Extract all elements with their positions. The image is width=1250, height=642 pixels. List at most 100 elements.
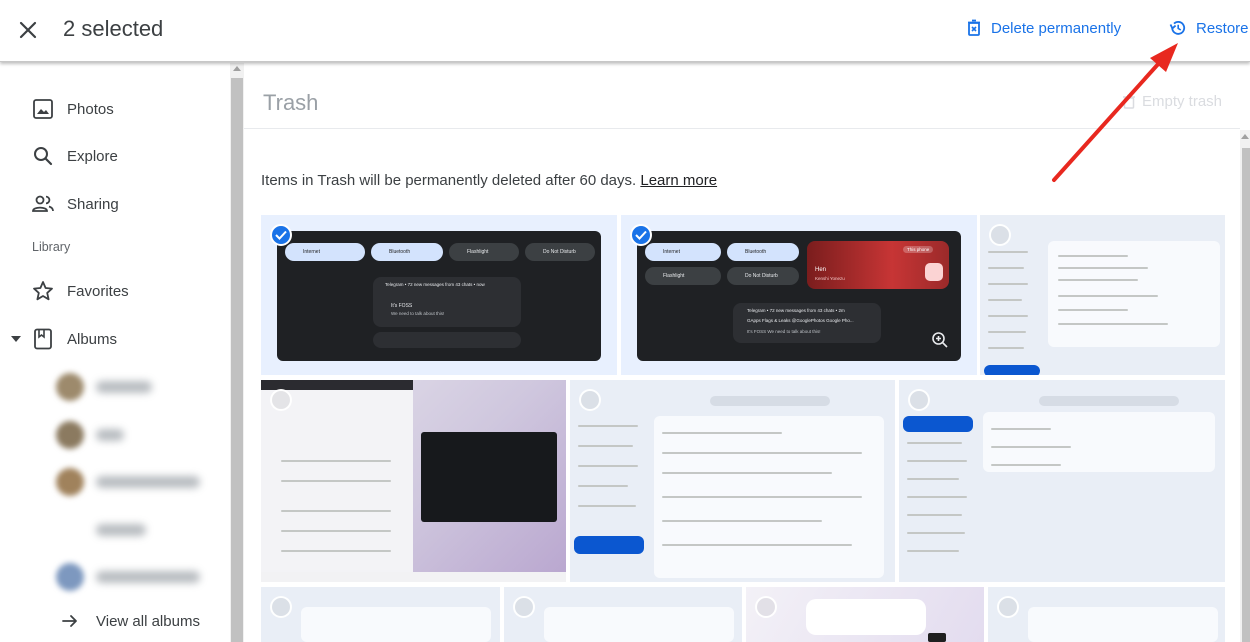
media-player-card: Hen Kenshi Yonezu This phone — [807, 241, 949, 289]
settings-search-bar — [1039, 396, 1179, 406]
empty-trash-label: Empty trash — [1142, 93, 1223, 110]
taskbar — [261, 572, 566, 582]
delete-permanently-label: Delete permanently — [991, 19, 1122, 37]
restore-icon — [1169, 21, 1186, 35]
album-thumbnail — [56, 468, 84, 496]
select-check-icon[interactable] — [755, 596, 777, 618]
sidebar-item-label: Photos — [67, 100, 114, 118]
view-all-albums-label: View all albums — [96, 612, 200, 630]
view-all-albums-link[interactable]: View all albums — [60, 611, 200, 631]
app-panel — [1028, 607, 1218, 642]
notification-card: Telegram • 72 new messages from 43 chats… — [733, 303, 881, 343]
zoom-in-icon[interactable] — [931, 331, 949, 349]
people-icon — [32, 195, 54, 212]
selected-check-icon[interactable] — [270, 224, 292, 246]
trash-retention-text: Items in Trash will be permanently delet… — [261, 172, 641, 189]
network-panel — [983, 412, 1215, 472]
trash-photo[interactable] — [988, 587, 1225, 642]
trash-header: Trash Empty trash — [244, 63, 1240, 129]
trash-photo[interactable] — [504, 587, 742, 642]
delete-icon — [1123, 94, 1135, 109]
trash-photo[interactable] — [980, 215, 1225, 375]
notification-subtitle: GApps Flags & Leaks @GooglePhotos Google… — [747, 318, 854, 323]
media-artist: Kenshi Yonezu — [815, 276, 845, 281]
photo-icon — [33, 99, 53, 119]
trash-photo[interactable] — [899, 380, 1225, 582]
select-check-icon[interactable] — [270, 389, 292, 411]
notification-card: Telegram • 72 new messages from 43 chats… — [373, 277, 521, 327]
album-thumbnail — [56, 373, 84, 401]
sidebar-item-favorites[interactable]: Favorites — [0, 271, 230, 311]
album-name-redacted — [96, 429, 124, 441]
app-panel — [301, 607, 491, 642]
select-check-icon[interactable] — [513, 596, 535, 618]
quick-settings-media-screenshot: Internet Bluetooth Flashlight Do Not Dis… — [637, 231, 961, 361]
album-item-redacted[interactable] — [56, 468, 200, 496]
notification-title: Telegram • 72 new messages from 43 chats… — [385, 282, 485, 287]
select-check-icon[interactable] — [989, 224, 1011, 246]
trash-photo[interactable] — [570, 380, 895, 582]
laptop-icon — [928, 633, 946, 642]
album-thumbnail — [56, 563, 84, 591]
sidebar-item-photos[interactable]: Photos — [0, 89, 230, 129]
trash-photo-selected[interactable]: Internet Bluetooth Flashlight Do Not Dis… — [621, 215, 977, 375]
album-thumbnail — [56, 516, 84, 544]
flashlight-pill: Flashlight — [645, 267, 721, 285]
selected-count: 2 selected — [63, 16, 164, 41]
sidebar-item-label: Sharing — [67, 195, 119, 213]
empty-trash-button[interactable]: Empty trash — [1122, 93, 1222, 110]
sidebar-item-sharing[interactable]: Sharing — [0, 184, 230, 224]
trash-info-text: Items in Trash will be permanently delet… — [261, 172, 717, 189]
sidebar-item-albums[interactable]: Albums — [0, 319, 230, 359]
album-name-redacted — [96, 524, 146, 536]
album-item-redacted[interactable] — [56, 516, 146, 544]
pause-icon — [925, 263, 943, 281]
trash-photo[interactable] — [261, 587, 500, 642]
scroll-up-arrow-icon[interactable] — [1241, 134, 1249, 139]
trash-photo[interactable] — [261, 380, 566, 582]
notification-body: It's FOSS We need to talk about this! — [747, 329, 821, 334]
album-name-redacted — [96, 476, 200, 488]
app-panel — [544, 607, 734, 642]
sidebar: Photos Explore Sharing Library Favorites… — [0, 63, 230, 642]
arrow-right-icon — [62, 615, 77, 627]
promo-card — [806, 599, 926, 635]
page-title: Trash — [263, 90, 319, 115]
notification-sender: It's FOSS — [391, 303, 413, 309]
album-icon — [34, 328, 52, 350]
search-icon — [34, 147, 53, 166]
internet-pill: Internet — [285, 243, 365, 261]
main-scrollbar-thumb[interactable] — [1242, 148, 1250, 642]
album-name-redacted — [96, 571, 200, 583]
selected-check-icon[interactable] — [630, 224, 652, 246]
select-check-icon[interactable] — [270, 596, 292, 618]
restore-button[interactable]: Restore — [1169, 19, 1249, 37]
music-app-window — [421, 432, 557, 522]
album-name-redacted — [96, 381, 152, 393]
delete-permanently-button[interactable]: Delete permanently — [966, 19, 1121, 37]
select-check-icon[interactable] — [908, 389, 930, 411]
album-item-redacted[interactable] — [56, 563, 200, 591]
quick-settings-screenshot: Internet Bluetooth Flashlight Do Not Dis… — [277, 231, 601, 361]
sidebar-item-label: Favorites — [67, 282, 129, 300]
scroll-up-arrow-icon[interactable] — [233, 66, 241, 71]
sidebar-item-explore[interactable]: Explore — [0, 136, 230, 176]
media-output-badge: This phone — [903, 246, 934, 253]
notification-actions — [373, 332, 521, 348]
close-selection-button[interactable] — [14, 16, 42, 44]
close-icon — [19, 21, 37, 39]
sidebar-scrollbar-thumb[interactable] — [231, 78, 243, 642]
trash-photo-selected[interactable]: Internet Bluetooth Flashlight Do Not Dis… — [261, 215, 617, 375]
selection-toolbar: 2 selected Delete permanently Restore — [0, 0, 1250, 62]
restore-label: Restore — [1196, 19, 1249, 37]
sidebar-item-label: Albums — [67, 330, 118, 348]
media-title: Hen — [815, 267, 827, 273]
learn-more-link[interactable]: Learn more — [640, 172, 717, 189]
select-check-icon[interactable] — [997, 596, 1019, 618]
album-item-redacted[interactable] — [56, 373, 152, 401]
album-item-redacted[interactable] — [56, 421, 124, 449]
select-check-icon[interactable] — [579, 389, 601, 411]
star-icon — [33, 281, 53, 301]
trash-photo[interactable] — [746, 587, 984, 642]
album-thumbnail — [56, 421, 84, 449]
